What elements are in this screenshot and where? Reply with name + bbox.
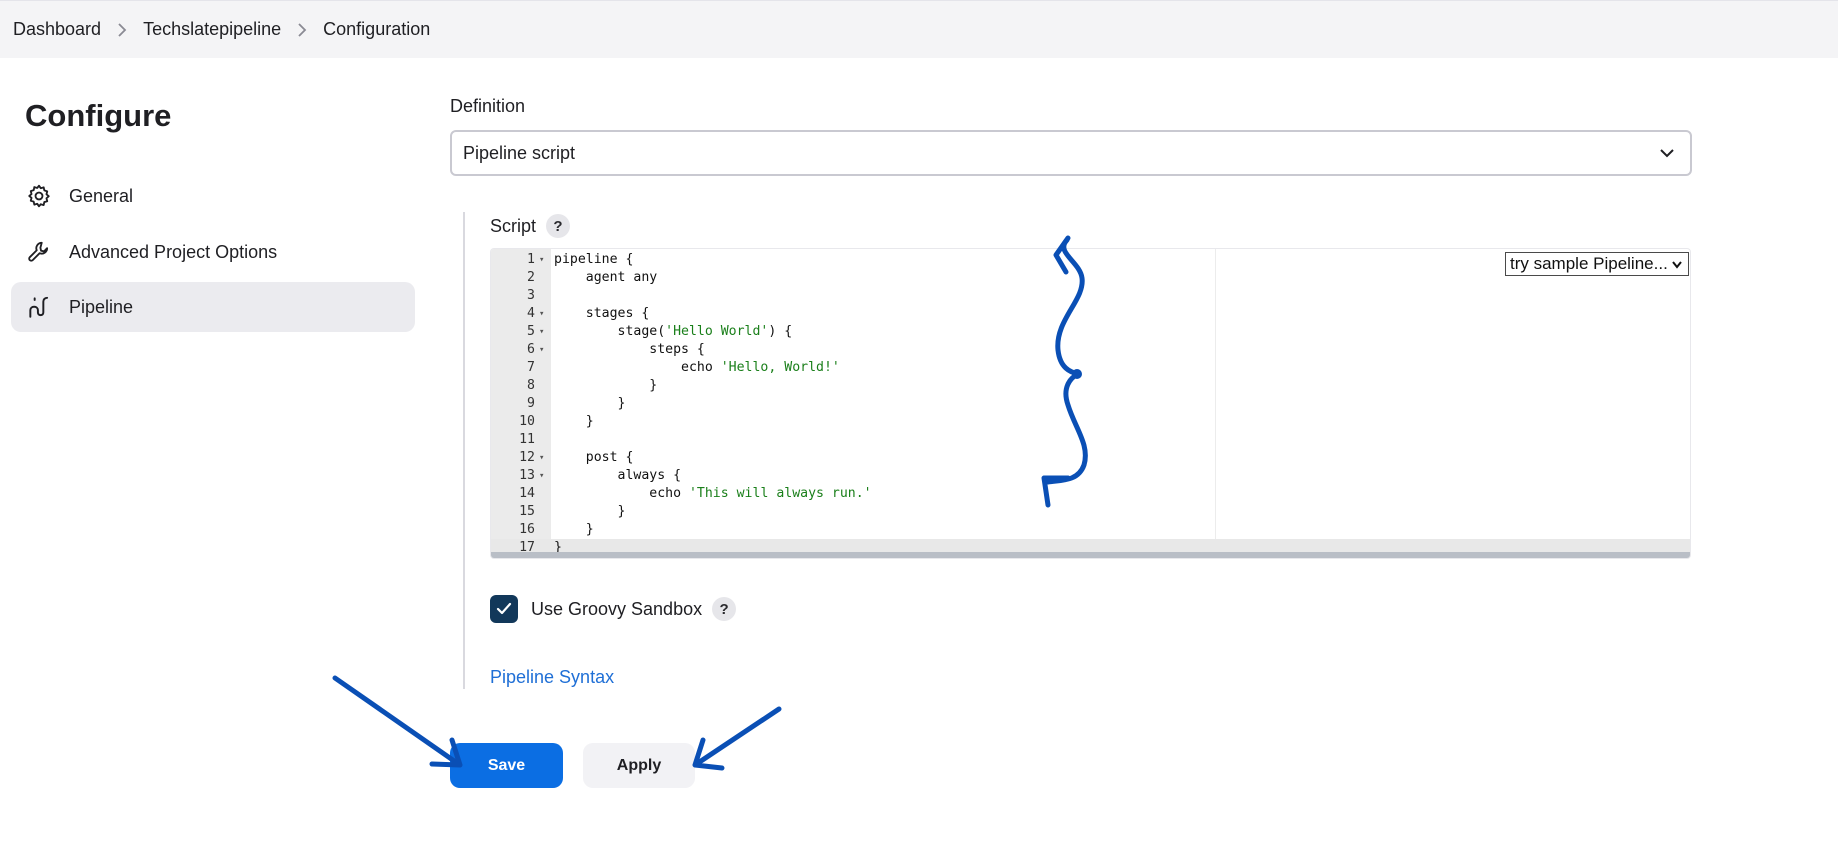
chevron-right-icon — [101, 20, 143, 40]
code-line[interactable]: 9 } — [491, 395, 1690, 413]
line-number: 2 — [527, 270, 535, 285]
chevron-down-icon — [1671, 257, 1683, 277]
code-text: } — [554, 522, 594, 537]
sidebar-item-advanced-project-options[interactable]: Advanced Project Options — [11, 227, 415, 277]
sidebar-item-label: Advanced Project Options — [69, 241, 278, 262]
sample-pipeline-select[interactable]: try sample Pipeline... — [1505, 252, 1689, 276]
code-line[interactable]: 11 — [491, 431, 1690, 449]
groovy-sandbox-label[interactable]: Use Groovy Sandbox — [531, 599, 702, 620]
page-title: Configure — [25, 98, 172, 133]
code-text: echo 'Hello, World!' — [554, 360, 840, 375]
line-number: 8 — [527, 378, 535, 393]
fold-toggle-icon[interactable]: ▾ — [539, 323, 547, 341]
code-line[interactable]: 13 ▾ always { — [491, 467, 1690, 485]
script-help-button[interactable]: ? — [546, 214, 571, 238]
line-number: 15 — [519, 504, 535, 519]
line-number: 14 — [519, 486, 535, 501]
fold-toggle-icon[interactable]: ▾ — [539, 305, 547, 323]
breadcrumb-project[interactable]: Techslatepipeline — [143, 19, 281, 40]
script-editor[interactable]: 1 ▾ pipeline { 2 agent any 3 4 ▾ stages { 5 ▾ st… — [490, 248, 1691, 559]
code-line[interactable]: 4 ▾ stages { — [491, 305, 1690, 323]
code-line[interactable]: 14 echo 'This will always run.' — [491, 485, 1690, 503]
line-number: 9 — [527, 396, 535, 411]
code-text: stage('Hello World') { — [554, 324, 793, 339]
code-line[interactable]: 5 ▾ stage('Hello World') { — [491, 323, 1690, 341]
annotation-arrow-save — [332, 675, 463, 768]
code-text: always { — [554, 468, 682, 483]
code-line[interactable]: 10 } — [491, 413, 1690, 431]
code-text: } — [554, 504, 626, 519]
code-lines[interactable]: 1 ▾ pipeline { 2 agent any 3 4 ▾ stages { 5 ▾ st… — [491, 251, 1690, 557]
line-number: 6 — [527, 342, 535, 357]
line-number: 4 — [527, 306, 535, 321]
breadcrumb-bar: Dashboard Techslatepipeline Configuratio… — [0, 0, 1838, 58]
check-icon — [496, 602, 512, 615]
fold-toggle-icon[interactable]: ▾ — [539, 251, 547, 269]
definition-select[interactable]: Pipeline script — [450, 130, 1692, 176]
sandbox-help-button[interactable]: ? — [712, 597, 737, 621]
code-text: } — [554, 378, 658, 393]
sidebar-item-label: General — [69, 185, 134, 206]
breadcrumb: Dashboard Techslatepipeline Configuratio… — [13, 19, 430, 40]
code-line[interactable]: 15 } — [491, 503, 1690, 521]
line-number: 13 — [519, 468, 535, 483]
fold-toggle-icon[interactable]: ▾ — [539, 467, 547, 485]
definition-selected-value: Pipeline script — [463, 142, 576, 163]
save-button[interactable]: Save — [450, 743, 563, 788]
sidebar-item-pipeline[interactable]: Pipeline — [11, 282, 415, 332]
fold-toggle-icon[interactable]: ▾ — [539, 341, 547, 359]
definition-label: Definition — [450, 96, 526, 116]
line-number: 11 — [519, 432, 535, 447]
pipeline-icon — [25, 293, 53, 321]
gear-icon — [25, 182, 53, 210]
code-line[interactable]: 8 } — [491, 377, 1690, 395]
breadcrumb-configuration[interactable]: Configuration — [323, 19, 430, 40]
code-text: agent any — [554, 270, 658, 285]
section-divider — [463, 212, 465, 689]
line-number: 3 — [527, 288, 535, 303]
code-text: } — [554, 414, 594, 429]
line-number: 16 — [519, 522, 535, 537]
line-number: 1 — [527, 252, 535, 267]
fold-toggle-icon[interactable]: ▾ — [539, 449, 547, 467]
line-number: 7 — [527, 360, 535, 375]
groovy-sandbox-row: Use Groovy Sandbox ? — [490, 595, 737, 623]
chevron-down-icon — [1658, 144, 1676, 167]
editor-resize-bar[interactable] — [491, 552, 1690, 558]
wrench-icon — [25, 238, 53, 266]
sidebar-item-general[interactable]: General — [11, 171, 415, 221]
code-text: post { — [554, 450, 634, 465]
code-line[interactable]: 7 echo 'Hello, World!' — [491, 359, 1690, 377]
pipeline-syntax-link[interactable]: Pipeline Syntax — [490, 667, 614, 688]
breadcrumb-dashboard[interactable]: Dashboard — [13, 19, 101, 40]
code-line[interactable]: 3 — [491, 287, 1690, 305]
code-text: } — [554, 396, 626, 411]
code-text: echo 'This will always run.' — [554, 486, 872, 501]
script-label-text: Script — [490, 215, 537, 236]
code-text: pipeline { — [554, 252, 634, 267]
code-line[interactable]: 12 ▾ post { — [491, 449, 1690, 467]
chevron-right-icon — [281, 20, 323, 40]
script-label: Script ? — [490, 214, 571, 238]
groovy-sandbox-checkbox[interactable] — [490, 595, 518, 623]
sample-pipeline-value: try sample Pipeline... — [1510, 254, 1668, 273]
code-line[interactable]: 16 } — [491, 521, 1690, 539]
code-text: steps { — [554, 342, 705, 357]
annotation-arrow-apply — [692, 706, 782, 771]
code-text: stages { — [554, 306, 650, 321]
code-line[interactable]: 6 ▾ steps { — [491, 341, 1690, 359]
sidebar-item-label: Pipeline — [69, 296, 134, 317]
line-number: 10 — [519, 414, 535, 429]
line-number: 5 — [527, 324, 535, 339]
apply-button[interactable]: Apply — [583, 743, 695, 788]
line-number: 12 — [519, 450, 535, 465]
